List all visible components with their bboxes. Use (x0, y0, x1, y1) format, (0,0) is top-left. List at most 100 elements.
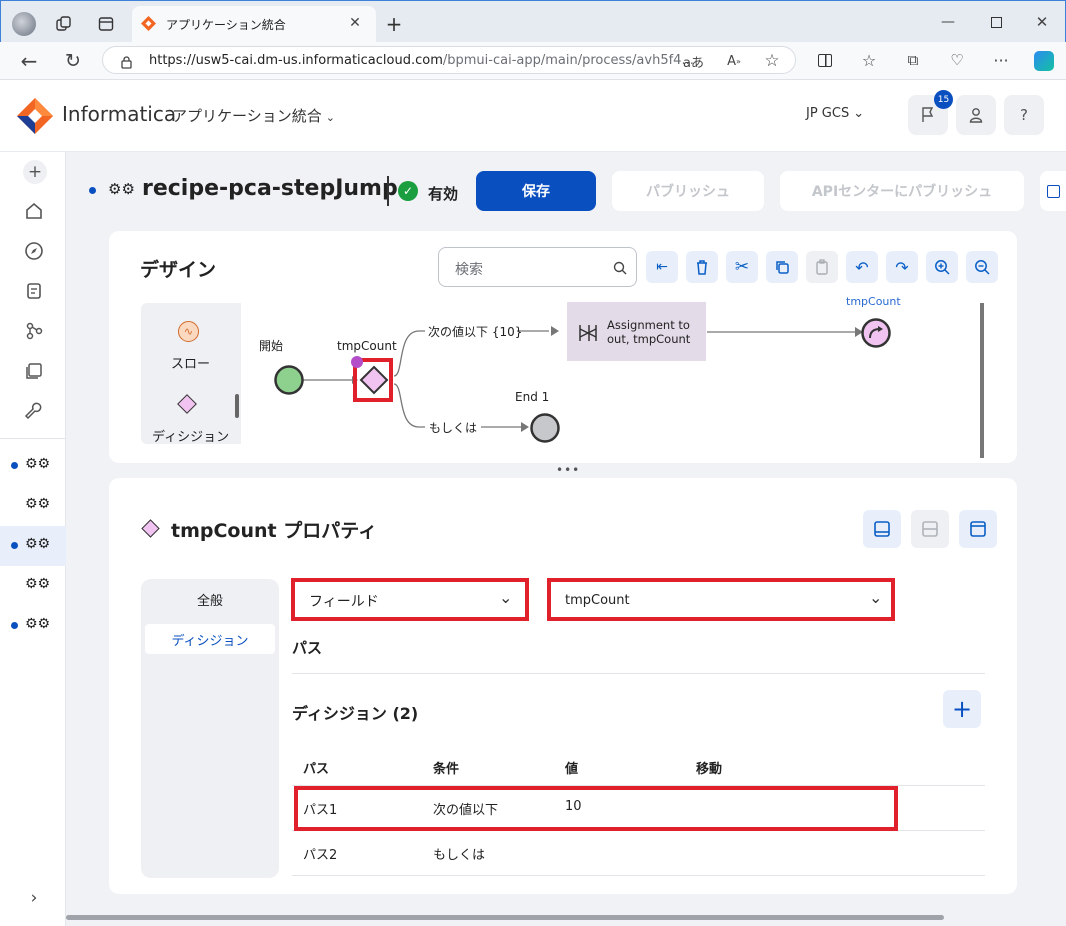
field-type-select[interactable]: フィールド ⌄ (299, 584, 523, 616)
copy-icon[interactable] (766, 251, 798, 283)
app-switcher[interactable]: アプリケーション統合 ⌄ (172, 105, 335, 126)
collections-icon[interactable]: ⧉ (902, 49, 924, 71)
properties-tabs: 全般 ディシジョン (141, 579, 279, 878)
split-screen-icon[interactable] (814, 49, 836, 71)
add-decision-button[interactable]: + (943, 690, 981, 728)
undo-icon[interactable]: ↶ (846, 251, 878, 283)
split-view-icon[interactable] (911, 510, 949, 548)
dock-bottom-icon[interactable] (863, 510, 901, 548)
back-icon[interactable]: ← (16, 48, 42, 74)
panel-resize-handle-icon[interactable]: ••• (556, 463, 580, 477)
new-asset-button[interactable]: + (23, 160, 47, 184)
publish-button[interactable]: パブリッシュ (612, 171, 764, 211)
publish-api-center-button[interactable]: APIセンターにパブリッシュ (780, 171, 1024, 211)
collapse-left-icon[interactable]: ⇤ (646, 251, 678, 283)
save-button[interactable]: 保存 (476, 171, 596, 211)
help-button[interactable]: ? (1004, 95, 1044, 135)
canvas-scrollbar[interactable] (980, 303, 984, 458)
more-menu-icon[interactable]: ··· (990, 49, 1012, 71)
status-check-icon: ✓ (398, 181, 418, 201)
read-aloud-icon[interactable]: aあ (683, 52, 704, 71)
process-gears-icon: ⚙⚙ (25, 496, 51, 512)
chevron-down-icon: ⌄ (869, 588, 883, 607)
search-input[interactable]: 検索 (438, 247, 637, 287)
cell-path: パス2 (303, 848, 338, 863)
end-label: End 1 (515, 390, 549, 404)
tab-close-icon[interactable]: ✕ (344, 12, 366, 34)
wrench-icon[interactable] (24, 401, 44, 425)
process-canvas[interactable]: 開始 tmpCount 次の値以下 {10} もしくは Assignment t… (249, 291, 989, 463)
delete-trash-icon[interactable] (686, 251, 718, 283)
workspaces-icon[interactable] (54, 14, 74, 34)
expand-nav-chevron-icon[interactable]: › (24, 888, 44, 908)
flag-icon (922, 107, 934, 122)
design-panel: デザイン 検索 ⇤ ✂ ↶ ↷ ∿ スロー ディシジョン 開始 tmpCount… (109, 231, 1017, 463)
search-icon (613, 260, 627, 279)
palette-flow-label: スロー (171, 357, 211, 372)
open-process-tab[interactable]: ⚙⚙ (0, 450, 66, 482)
refresh-icon[interactable]: ↻ (60, 48, 86, 74)
profile-avatar[interactable] (12, 12, 36, 36)
process-gears-icon: ⚙⚙ (25, 536, 51, 552)
tab-decision[interactable]: ディシジョン (145, 624, 275, 654)
horizontal-scrollbar[interactable] (66, 915, 944, 920)
more-actions-button[interactable] (1040, 171, 1066, 211)
tab-actions-icon[interactable] (96, 14, 116, 34)
maximize-icon[interactable] (984, 10, 1008, 34)
open-process-tab-active[interactable]: ⚙⚙ (0, 526, 66, 566)
table-row[interactable]: パス2 もしくは (292, 831, 985, 875)
copilot-icon[interactable] (1034, 51, 1054, 71)
open-process-tab[interactable]: ⚙⚙ (0, 610, 66, 642)
browser-tab[interactable]: アプリケーション統合 ✕ (132, 6, 376, 42)
assignment-label-1: Assignment to (607, 318, 690, 332)
palette-scrollbar[interactable] (235, 394, 239, 418)
end-node[interactable] (530, 413, 560, 443)
unsaved-dot (11, 622, 18, 629)
connections-icon[interactable] (24, 321, 44, 345)
user-icon (969, 108, 983, 123)
bundles-icon[interactable] (24, 361, 44, 385)
decision-node[interactable] (359, 365, 389, 395)
palette-decision[interactable]: ディシジョン (141, 391, 237, 445)
field-value: tmpCount (565, 593, 630, 608)
start-node[interactable] (274, 365, 304, 395)
open-process-tab[interactable]: ⚙⚙ (0, 490, 66, 522)
url-field[interactable]: https://usw5-cai.dm-us.informaticacloud.… (102, 46, 796, 74)
zoom-in-icon[interactable] (926, 251, 958, 283)
unsaved-dot (11, 462, 18, 469)
minimize-icon[interactable]: — (936, 10, 960, 34)
close-window-icon[interactable]: ✕ (1030, 10, 1054, 34)
left-navigation: + ⚙⚙ ⚙⚙ ⚙⚙ ⚙⚙ ⚙⚙ › (0, 152, 66, 926)
informatica-logo-icon (16, 97, 54, 135)
decision-count-label: ディシジョン (2) (292, 704, 419, 723)
tab-general[interactable]: 全般 (145, 584, 275, 614)
notification-count-badge: 15 (934, 90, 953, 109)
maximize-panel-icon[interactable] (959, 510, 997, 548)
cut-scissors-icon[interactable]: ✂ (726, 251, 758, 283)
url-host: https://usw5-cai.dm-us.informaticacloud.… (149, 53, 443, 68)
favorite-star-icon[interactable]: ☆ (761, 50, 783, 72)
org-selector[interactable]: JP GCS ⌄ (806, 106, 864, 121)
home-icon[interactable] (24, 201, 44, 225)
explore-compass-icon[interactable] (24, 241, 44, 265)
browser-essentials-icon[interactable]: ♡ (946, 49, 968, 71)
new-tab-icon[interactable]: + (382, 12, 406, 36)
zoom-out-icon[interactable] (966, 251, 998, 283)
field-type-value: フィールド (309, 594, 379, 610)
open-process-tab[interactable]: ⚙⚙ (0, 570, 66, 602)
redo-icon[interactable]: ↷ (886, 251, 918, 283)
reader-mode-icon[interactable]: A» (723, 50, 745, 72)
field-value-select[interactable]: tmpCount ⌄ (555, 584, 889, 616)
favorites-icon[interactable]: ☆ (858, 49, 880, 71)
chevron-down-icon: ⌄ (853, 106, 865, 121)
paste-clipboard-icon[interactable] (806, 251, 838, 283)
tab-title: アプリケーション統合 (166, 18, 286, 32)
header-path: パス (303, 762, 330, 777)
monitor-icon[interactable] (24, 281, 44, 305)
palette-flow[interactable]: ∿ スロー (141, 319, 237, 372)
user-profile-button[interactable] (956, 95, 996, 135)
flow-icon: ∿ (178, 321, 199, 342)
start-label: 開始 (259, 339, 283, 353)
jump-node[interactable] (861, 318, 891, 348)
properties-title: tmpCount プロパティ (171, 520, 378, 542)
